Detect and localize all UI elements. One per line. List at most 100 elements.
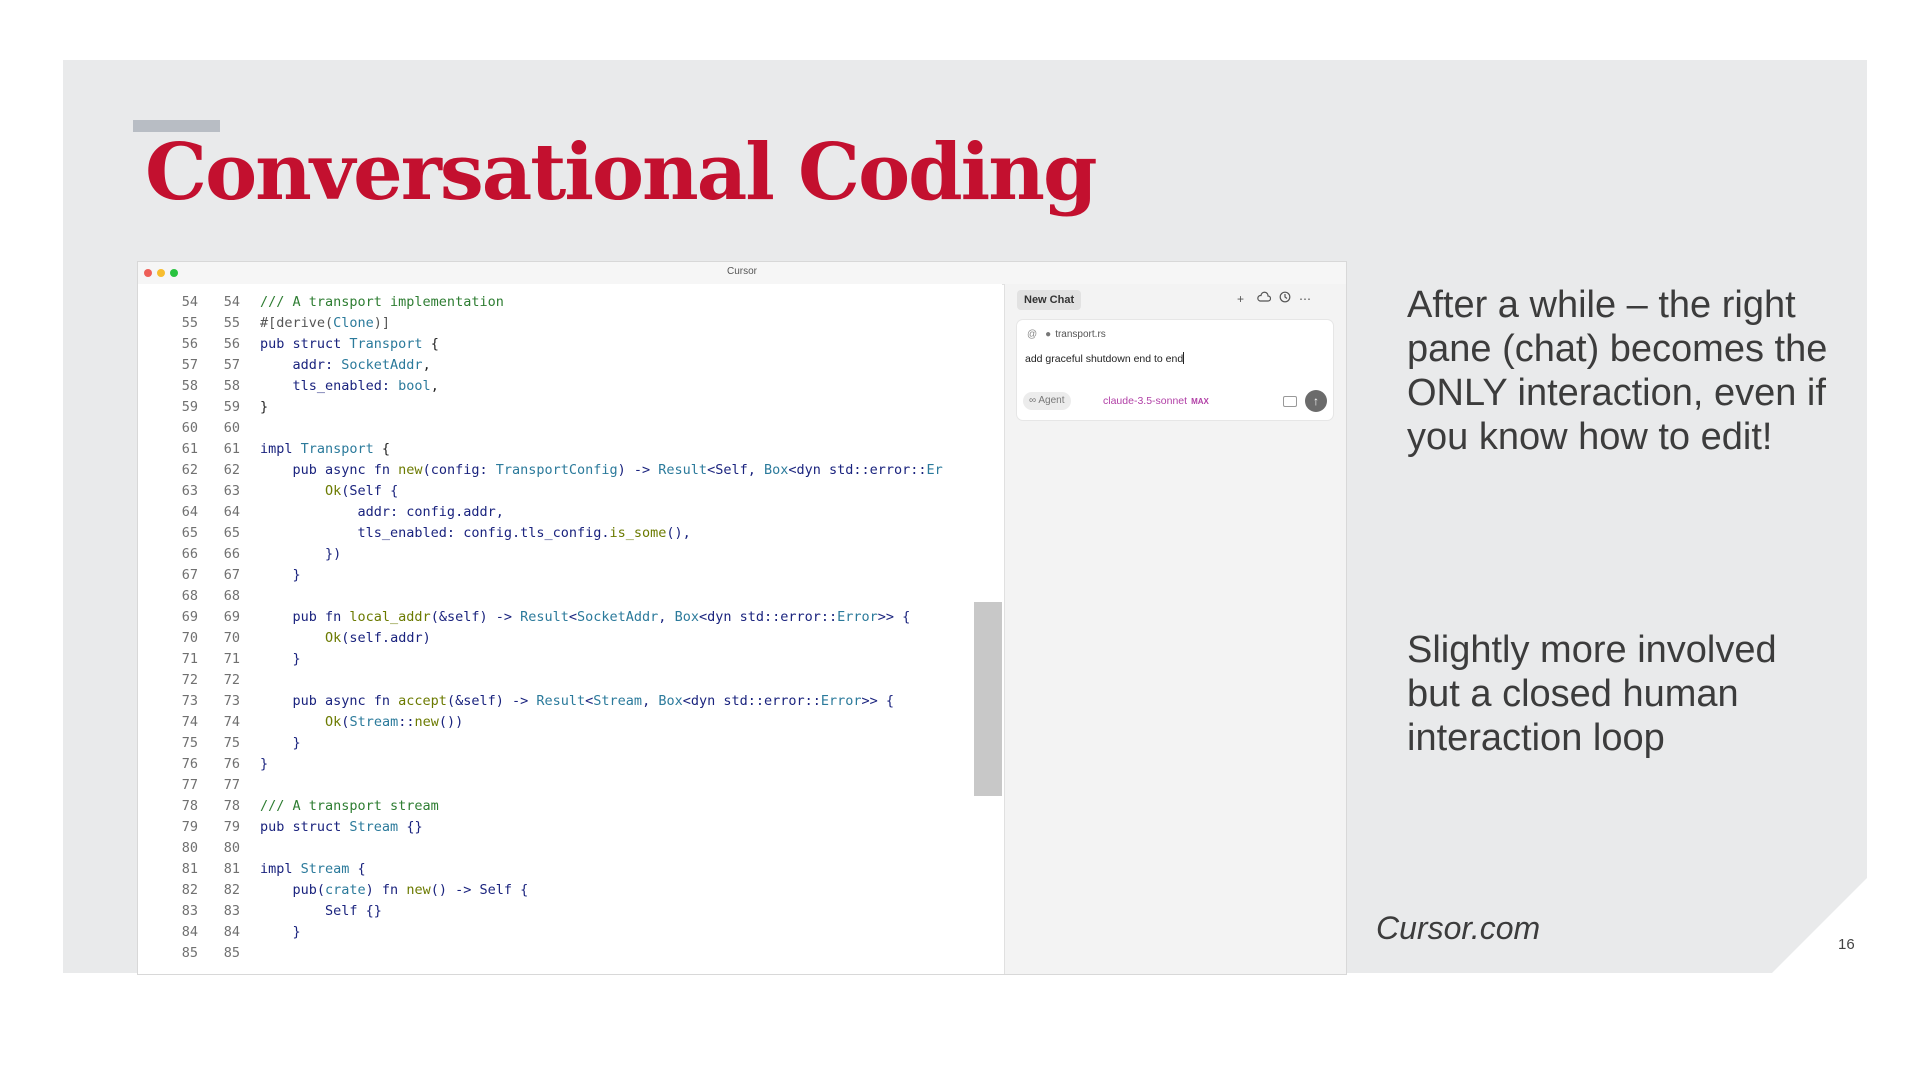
line-number-old: 72 (181, 672, 198, 688)
line-number-old: 68 (181, 588, 198, 604)
code-line[interactable]: 68 68 (138, 586, 1002, 607)
code-token: (&self) -> (446, 693, 537, 709)
code-line[interactable]: 60 60 (138, 418, 1002, 439)
more-icon[interactable]: ⋯ (1299, 291, 1311, 307)
code-line[interactable]: 80 80 (138, 838, 1002, 859)
code-line[interactable]: 62 62 pub async fn new(config: TransportC… (138, 460, 1002, 481)
context-file-name: transport.rs (1055, 329, 1106, 340)
code-token: local_addr (349, 609, 431, 625)
code-line[interactable]: 84 84 } (138, 922, 1002, 943)
slide-paragraph-1: After a while – the right pane (chat) be… (1407, 284, 1828, 458)
line-number-old: 67 (181, 567, 198, 583)
code-token: TransportConfig (495, 462, 618, 478)
line-number-new: 69 (223, 609, 240, 625)
model-name: claude-3.5-sonnet (1103, 395, 1188, 407)
code-line[interactable]: 77 77 (138, 775, 1002, 796)
code-token: :: (398, 714, 415, 730)
code-token: {} (398, 819, 423, 835)
history-icon[interactable] (1279, 291, 1291, 307)
line-number-old: 61 (181, 441, 198, 457)
code-token: (&self) -> (430, 609, 521, 625)
code-token: (self.addr) (341, 630, 431, 646)
code-line[interactable]: 67 67 } (138, 565, 1002, 586)
code-line[interactable]: 59 59} (138, 397, 1002, 418)
code-line[interactable]: 64 64 addr: config.addr, (138, 502, 1002, 523)
code-line[interactable]: 85 85 (138, 943, 1002, 964)
code-token: tls_enabled: (260, 378, 399, 394)
code-line[interactable]: 82 82 pub(crate) fn new() -> Self { (138, 880, 1002, 901)
code-token: SocketAddr (577, 609, 659, 625)
line-number-old: 76 (181, 756, 198, 772)
code-line[interactable]: 79 79 pub struct Stream {} (138, 817, 1002, 838)
code-token: } (260, 735, 301, 751)
code-line[interactable]: 66 66 }) (138, 544, 1002, 565)
code-token: (config: (422, 462, 496, 478)
code-line[interactable]: 61 61 impl Transport { (138, 439, 1002, 460)
code-line[interactable]: 75 75 } (138, 733, 1002, 754)
agent-mode-label: ∞ Agent (1029, 395, 1065, 406)
code-token: Ok (325, 630, 342, 646)
code-line[interactable]: 71 71 } (138, 649, 1002, 670)
code-line[interactable]: 76 76} (138, 754, 1002, 775)
code-token: Error (837, 609, 878, 625)
code-text: } (260, 565, 301, 586)
send-button[interactable]: ↑ (1305, 390, 1327, 412)
model-selector[interactable]: claude-3.5-sonnet MAX (1103, 395, 1209, 407)
editor-scrollbar-thumb[interactable] (974, 602, 1002, 796)
code-token: }) (260, 546, 342, 562)
at-mention-icon[interactable]: @ (1027, 329, 1037, 340)
code-line[interactable]: 74 74 Ok(Stream::new()) (138, 712, 1002, 733)
code-text: tls_enabled: bool, (260, 376, 439, 397)
code-line[interactable]: 72 72 (138, 670, 1002, 691)
code-editor[interactable]: 85 85 84 84 } 83 83 Self {} 82 82 pub(crate) fn… (138, 284, 1002, 974)
code-line[interactable]: 73 73 pub async fn accept(&self) -> Resul… (138, 691, 1002, 712)
tab-new-chat[interactable]: New Chat (1017, 290, 1082, 310)
line-number-new: 70 (223, 630, 240, 646)
code-token: , (658, 609, 675, 625)
code-line[interactable]: 81 81 impl Stream { (138, 859, 1002, 880)
code-line[interactable]: 63 63 Ok(Self { (138, 481, 1002, 502)
code-line[interactable]: 56 56 pub struct Transport { (138, 334, 1002, 355)
image-attach-icon[interactable] (1283, 396, 1297, 407)
slide-corner-cut (1772, 877, 1868, 973)
line-number-old: 77 (181, 777, 198, 793)
line-number-new: 62 (223, 462, 240, 478)
code-token: new (398, 462, 423, 478)
context-chip[interactable]: @ ● transport.rs (1027, 329, 1106, 340)
line-number-old: 74 (181, 714, 198, 730)
line-number-old: 75 (181, 735, 198, 751)
line-number-new: 67 (223, 567, 240, 583)
code-token: accept (398, 693, 447, 709)
code-token: Stream (300, 861, 350, 877)
line-number-new: 85 (223, 945, 240, 961)
code-line[interactable]: 78 78 /// A transport stream (138, 796, 1002, 817)
code-token: Box (674, 609, 699, 625)
chat-input-box[interactable]: @ ● transport.rs add graceful shutdown end… (1017, 320, 1333, 420)
code-line[interactable]: 55 55 #[derive(Clone)] (138, 313, 1002, 334)
code-token: SocketAddr (341, 357, 423, 373)
plus-icon[interactable]: + (1237, 291, 1244, 307)
code-line[interactable]: 57 57 addr: SocketAddr, (138, 355, 1002, 376)
code-token: Stream (349, 819, 399, 835)
cloud-icon[interactable] (1257, 291, 1272, 307)
code-token: <Self, (707, 462, 764, 478)
line-number-old: 80 (181, 840, 198, 856)
line-number-old: 65 (181, 525, 198, 541)
code-token: addr: (260, 357, 342, 373)
line-number-new: 63 (223, 483, 240, 499)
code-text: } (260, 754, 268, 775)
code-token: } (260, 567, 301, 583)
code-line[interactable]: 58 58 tls_enabled: bool, (138, 376, 1002, 397)
chat-prompt-input[interactable]: add graceful shutdown end to end (1025, 352, 1185, 365)
code-text: addr: SocketAddr, (260, 355, 431, 376)
code-line[interactable]: 65 65 tls_enabled: config.tls_config.is_s… (138, 523, 1002, 544)
code-token: <dyn std::error:: (682, 693, 821, 709)
code-line[interactable]: 69 69 pub fn local_addr(&self) -> Result<… (138, 607, 1002, 628)
code-line[interactable]: 54 54 /// A transport implementation (138, 292, 1002, 313)
code-line[interactable]: 70 70 Ok(self.addr) (138, 628, 1002, 649)
code-token: Result (536, 693, 586, 709)
line-number-old: 60 (181, 420, 198, 436)
code-line[interactable]: 83 83 Self {} (138, 901, 1002, 922)
line-number-new: 56 (223, 336, 240, 352)
agent-mode-dropdown[interactable]: ∞ Agent (1023, 392, 1071, 410)
